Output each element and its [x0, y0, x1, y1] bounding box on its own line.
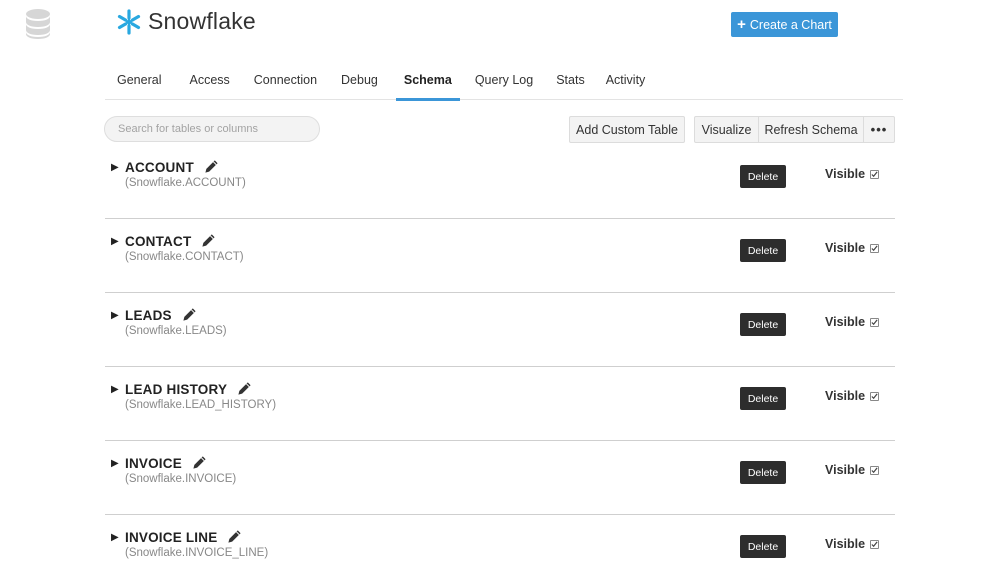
checkbox-icon[interactable]: [870, 539, 880, 549]
pencil-icon[interactable]: [227, 529, 242, 544]
visible-label: Visible: [825, 167, 866, 181]
tab-label: Schema: [403, 73, 452, 87]
pencil-icon[interactable]: [182, 307, 197, 322]
tab-connection[interactable]: Connection: [246, 60, 325, 100]
table-path: (Snowflake.CONTACT): [125, 251, 244, 263]
brand: Snowflake: [116, 8, 256, 35]
delete-button[interactable]: Delete: [740, 535, 786, 558]
add-custom-table-button[interactable]: Add Custom Table: [569, 116, 685, 143]
delete-button[interactable]: Delete: [740, 165, 786, 188]
table-row: ▶ INVOICE LINE (Snowflake.INVOICE_LINE) …: [105, 515, 895, 570]
schema-table-list: ▶ ACCOUNT (Snowflake.ACCOUNT) Delete Vis…: [105, 145, 895, 570]
checkbox-icon[interactable]: [870, 465, 880, 475]
caret-right-icon[interactable]: ▶: [111, 458, 119, 469]
checkbox-icon[interactable]: [870, 169, 880, 179]
pencil-icon[interactable]: [192, 455, 207, 470]
table-row: ▶ LEADS (Snowflake.LEADS) Delete Visible: [105, 293, 895, 367]
create-chart-label: Create a Chart: [749, 17, 832, 32]
table-name: INVOICE LINE: [125, 529, 242, 545]
brand-name: Snowflake: [148, 8, 256, 34]
visible-label: Visible: [825, 463, 866, 477]
tab-bar: General Access Connection Debug Schema Q…: [105, 60, 903, 101]
table-name: INVOICE: [125, 455, 207, 471]
checkbox-icon[interactable]: [870, 391, 880, 401]
table-name: LEADS: [125, 307, 197, 323]
visible-label: Visible: [825, 389, 866, 403]
table-name-text: INVOICE LINE: [125, 530, 218, 545]
visible-label: Visible: [825, 241, 866, 255]
database-icon[interactable]: [24, 8, 52, 40]
delete-button[interactable]: Delete: [740, 461, 786, 484]
refresh-schema-button[interactable]: Refresh Schema: [758, 116, 864, 143]
table-row: ▶ ACCOUNT (Snowflake.ACCOUNT) Delete Vis…: [105, 145, 895, 219]
visible-toggle: Visible: [825, 315, 880, 329]
tab-label: Activity: [605, 73, 646, 87]
table-name-text: CONTACT: [125, 234, 192, 249]
visualize-button[interactable]: Visualize: [694, 116, 759, 143]
tab-label: Query Log: [474, 73, 534, 87]
table-row: ▶ LEAD HISTORY (Snowflake.LEAD_HISTORY) …: [105, 367, 895, 441]
table-path: (Snowflake.LEADS): [125, 325, 227, 337]
delete-button[interactable]: Delete: [740, 313, 786, 336]
pencil-icon[interactable]: [201, 233, 216, 248]
table-name: LEAD HISTORY: [125, 381, 252, 397]
visible-toggle: Visible: [825, 241, 880, 255]
search-input[interactable]: [104, 116, 320, 142]
tab-debug[interactable]: Debug: [333, 60, 386, 100]
tab-schema[interactable]: Schema: [395, 60, 460, 101]
tab-label: Access: [189, 73, 230, 87]
create-chart-button[interactable]: + Create a Chart: [731, 12, 838, 37]
checkbox-icon[interactable]: [870, 317, 880, 327]
app-root: Snowflake + Create a Chart General Acces…: [0, 0, 1000, 570]
plus-icon: +: [737, 16, 746, 33]
table-name-text: INVOICE: [125, 456, 182, 471]
caret-right-icon[interactable]: ▶: [111, 162, 119, 173]
delete-button[interactable]: Delete: [740, 387, 786, 410]
table-row: ▶ CONTACT (Snowflake.CONTACT) Delete Vis…: [105, 219, 895, 293]
tab-stats[interactable]: Stats: [548, 60, 593, 100]
visible-toggle: Visible: [825, 389, 880, 403]
table-name-text: ACCOUNT: [125, 160, 194, 175]
caret-right-icon[interactable]: ▶: [111, 310, 119, 321]
snowflake-icon: [117, 8, 141, 35]
table-path: (Snowflake.LEAD_HISTORY): [125, 399, 277, 411]
table-name-text: LEAD HISTORY: [125, 382, 227, 397]
tab-activity[interactable]: Activity: [598, 60, 654, 100]
table-path: (Snowflake.INVOICE): [125, 473, 237, 485]
table-name: ACCOUNT: [125, 159, 219, 175]
table-path: (Snowflake.ACCOUNT): [125, 177, 246, 189]
pencil-icon[interactable]: [204, 159, 219, 174]
checkbox-icon[interactable]: [870, 243, 880, 253]
delete-button[interactable]: Delete: [740, 239, 786, 262]
visible-toggle: Visible: [825, 537, 880, 551]
visible-label: Visible: [825, 537, 866, 551]
more-options-button[interactable]: •••: [863, 116, 895, 143]
tab-label: Debug: [341, 73, 378, 87]
pencil-icon[interactable]: [237, 381, 252, 396]
visible-toggle: Visible: [825, 463, 880, 477]
caret-right-icon[interactable]: ▶: [111, 532, 119, 543]
table-name-text: LEADS: [125, 308, 172, 323]
visible-label: Visible: [825, 315, 866, 329]
tab-label: General: [117, 73, 162, 87]
tab-general[interactable]: General: [109, 60, 169, 100]
table-path: (Snowflake.INVOICE_LINE): [125, 547, 269, 559]
tab-query-log[interactable]: Query Log: [467, 60, 541, 100]
table-row: ▶ INVOICE (Snowflake.INVOICE) Delete Vis…: [105, 441, 895, 515]
table-name: CONTACT: [125, 233, 216, 249]
tab-access[interactable]: Access: [181, 60, 237, 100]
tab-label: Stats: [556, 73, 585, 87]
caret-right-icon[interactable]: ▶: [111, 236, 119, 247]
visible-toggle: Visible: [825, 167, 880, 181]
caret-right-icon[interactable]: ▶: [111, 384, 119, 395]
tab-label: Connection: [253, 73, 318, 87]
